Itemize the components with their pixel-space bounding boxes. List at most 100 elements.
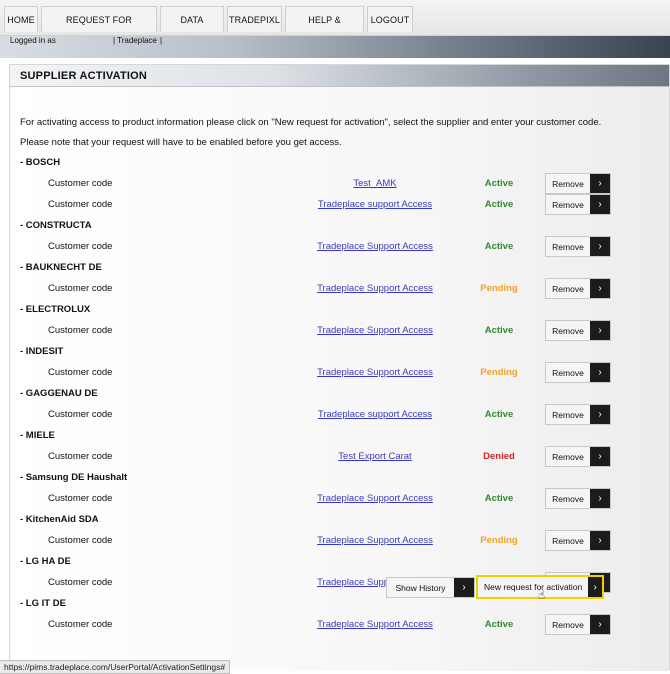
chevron-right-icon: ›: [590, 405, 610, 424]
remove-button[interactable]: Remove ›: [545, 173, 611, 194]
remove-button[interactable]: Remove ›: [545, 194, 611, 215]
remove-label: Remove: [552, 619, 584, 630]
customer-code-link[interactable]: Test Export Carat: [300, 451, 450, 462]
remove-label: Remove: [552, 367, 584, 378]
customer-code-label: Customer code: [48, 409, 113, 420]
chevron-right-icon: ›: [590, 363, 610, 382]
intro-text: For activating access to product informa…: [20, 117, 602, 128]
chevron-right-icon: ›: [588, 577, 602, 597]
customer-code-label: Customer code: [48, 451, 113, 462]
customer-code-link[interactable]: Tradeplace Support Access: [300, 535, 450, 546]
customer-code-label: Customer code: [48, 325, 113, 336]
customer-code-label: Customer code: [48, 535, 113, 546]
show-history-label: Show History: [395, 582, 446, 593]
chevron-right-icon: ›: [590, 279, 610, 298]
user-info-bar: Logged in as | Tradeplace |: [0, 36, 670, 58]
remove-button[interactable]: Remove ›: [545, 236, 611, 257]
panel-header: SUPPLIER ACTIVATION: [10, 65, 669, 87]
logged-in-label: Logged in as: [10, 36, 56, 45]
customer-code-label: Customer code: [48, 199, 113, 210]
remove-label: Remove: [552, 535, 584, 546]
browser-status-url: https://pims.tradeplace.com/UserPortal/A…: [0, 660, 231, 674]
chevron-right-icon: ›: [590, 489, 610, 508]
customer-code-link[interactable]: Tradeplace Support Access: [300, 283, 450, 294]
supplier-name: - KitchenAid SDA: [20, 514, 99, 525]
remove-label: Remove: [552, 409, 584, 420]
nav-logout[interactable]: LOGOUT: [367, 6, 413, 32]
chevron-right-icon: ›: [590, 237, 610, 256]
remove-button[interactable]: Remove ›: [545, 320, 611, 341]
top-navigation: HOME REQUEST FOR ACTIVATION DATA EXPORT …: [0, 0, 670, 51]
chevron-right-icon: ›: [590, 174, 610, 193]
supplier-name: - CONSTRUCTA: [20, 220, 92, 231]
supplier-name: - LG HA DE: [20, 556, 71, 567]
supplier-name: - LG IT DE: [20, 598, 66, 609]
userbar-separator: |: [160, 36, 163, 45]
chevron-right-icon: ›: [590, 447, 610, 466]
remove-label: Remove: [552, 199, 584, 210]
remove-label: Remove: [552, 283, 584, 294]
customer-code-link[interactable]: Tradeplace support Access: [300, 199, 450, 210]
customer-code-link[interactable]: Tradeplace Support Access: [300, 241, 450, 252]
supplier-name: - MIELE: [20, 430, 55, 441]
chevron-right-icon: ›: [590, 531, 610, 550]
supplier-name: - ELECTROLUX: [20, 304, 91, 315]
remove-label: Remove: [552, 493, 584, 504]
chevron-right-icon: ›: [590, 615, 610, 634]
customer-code-label: Customer code: [48, 493, 113, 504]
customer-code-label: Customer code: [48, 577, 113, 588]
customer-code-link[interactable]: Tradeplace Support Access: [300, 619, 450, 630]
status-badge: Active: [484, 199, 514, 210]
remove-button[interactable]: Remove ›: [545, 446, 611, 467]
chevron-right-icon: ›: [590, 321, 610, 340]
customer-code-label: Customer code: [48, 367, 113, 378]
customer-code-link[interactable]: Test_AMK: [300, 178, 450, 189]
status-badge: Denied: [483, 451, 515, 462]
nav-tradepixl[interactable]: TRADEPIXL: [227, 6, 282, 32]
status-badge: Active: [484, 493, 514, 504]
status-badge: Active: [484, 178, 514, 189]
status-badge: Pending: [480, 367, 518, 378]
remove-button[interactable]: Remove ›: [545, 488, 611, 509]
customer-code-link[interactable]: Tradeplace Support Access: [300, 325, 450, 336]
page-title: SUPPLIER ACTIVATION: [20, 70, 148, 82]
customer-code-label: Customer code: [48, 283, 113, 294]
supplier-name: - GAGGENAU DE: [20, 388, 98, 399]
status-badge: Active: [484, 409, 514, 420]
show-history-button[interactable]: Show History ›: [386, 577, 475, 598]
remove-button[interactable]: Remove ›: [545, 614, 611, 635]
new-request-label: New request for activation: [484, 582, 583, 592]
remove-label: Remove: [552, 451, 584, 462]
status-badge: Active: [484, 325, 514, 336]
remove-button[interactable]: Remove ›: [545, 530, 611, 551]
customer-code-label: Customer code: [48, 241, 113, 252]
status-badge: Pending: [480, 283, 518, 294]
remove-button[interactable]: Remove ›: [545, 278, 611, 299]
remove-label: Remove: [552, 241, 584, 252]
hand-cursor-icon: ☝: [538, 588, 546, 602]
supplier-name: - INDESIT: [20, 346, 64, 357]
customer-code-link[interactable]: Tradeplace support Access: [300, 409, 450, 420]
remove-button[interactable]: Remove ›: [545, 404, 611, 425]
customer-code-label: Customer code: [48, 178, 113, 189]
nav-data-export[interactable]: DATA EXPORT: [160, 6, 224, 51]
nav-home[interactable]: HOME: [4, 6, 38, 32]
chevron-right-icon: ›: [590, 195, 610, 214]
supplier-name: - BOSCH: [20, 157, 61, 168]
customer-code-link[interactable]: Tradeplace Support Access: [300, 493, 450, 504]
supplier-name: - BAUKNECHT DE: [20, 262, 102, 273]
customer-code-label: Customer code: [48, 619, 113, 630]
status-badge: Pending: [480, 535, 518, 546]
status-badge: Active: [484, 619, 514, 630]
remove-label: Remove: [552, 325, 584, 336]
chevron-right-icon: ›: [454, 578, 474, 597]
nav-help-support[interactable]: HELP & SUPPORT: [285, 6, 364, 51]
status-badge: Active: [484, 241, 514, 252]
company-label: | Tradeplace: [113, 36, 157, 45]
remove-label: Remove: [552, 178, 584, 189]
customer-code-link[interactable]: Tradeplace Support Access: [300, 367, 450, 378]
supplier-name: - Samsung DE Haushalt: [20, 472, 128, 483]
intro-note: Please note that your request will have …: [20, 137, 342, 148]
remove-button[interactable]: Remove ›: [545, 362, 611, 383]
nav-request-for-activation[interactable]: REQUEST FOR ACTIVATION: [41, 6, 157, 51]
